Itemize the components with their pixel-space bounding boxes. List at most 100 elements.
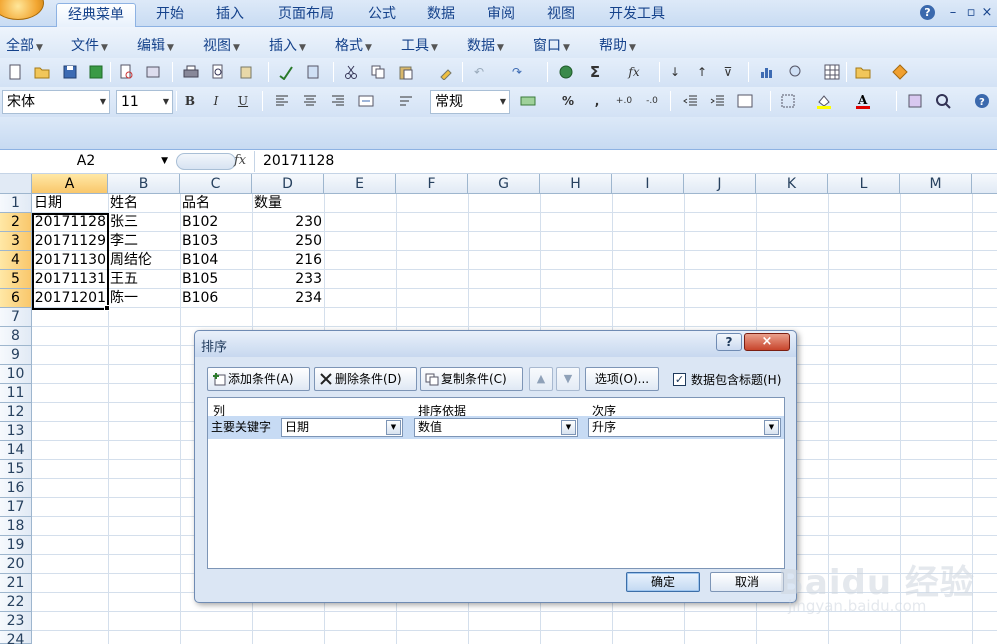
underline-button[interactable]: U bbox=[233, 91, 253, 111]
cell-b6[interactable]: 陈一 bbox=[108, 289, 180, 308]
row-header[interactable]: 22 bbox=[0, 593, 32, 612]
decrease-indent-icon[interactable] bbox=[681, 91, 701, 111]
merge-center-icon[interactable] bbox=[356, 91, 376, 111]
diamond-dropdown-icon[interactable] bbox=[890, 62, 910, 82]
redo-icon[interactable]: ↷ bbox=[507, 62, 527, 82]
column-header-d[interactable]: D bbox=[252, 174, 324, 194]
spelling-icon[interactable] bbox=[276, 62, 296, 82]
insert-function-icon[interactable]: fx bbox=[234, 153, 246, 168]
column-header-j[interactable]: J bbox=[684, 174, 756, 194]
move-down-button[interactable]: ▼ bbox=[556, 367, 580, 391]
minimize-icon[interactable]: – bbox=[944, 4, 962, 22]
sort-level-row[interactable]: 主要关键字 日期 ▼ 数值 ▼ 升序 ▼ bbox=[208, 416, 784, 439]
cell-d1[interactable]: 数量 bbox=[252, 194, 324, 213]
borders-icon[interactable] bbox=[778, 91, 798, 111]
close-icon[interactable]: × bbox=[978, 4, 996, 22]
number-format-select[interactable]: 常规 ▼ bbox=[430, 90, 510, 114]
format-painter-icon[interactable] bbox=[436, 62, 456, 82]
copy-icon[interactable] bbox=[368, 62, 388, 82]
wrap-text-icon[interactable] bbox=[396, 91, 416, 111]
row-header[interactable]: 15 bbox=[0, 460, 32, 479]
cell-style-icon[interactable] bbox=[735, 91, 755, 111]
preview-icon[interactable] bbox=[208, 62, 228, 82]
row-header[interactable]: 21 bbox=[0, 574, 32, 593]
row-header[interactable]: 11 bbox=[0, 384, 32, 403]
column-header-m[interactable]: M bbox=[900, 174, 972, 194]
folder-dropdown-icon[interactable] bbox=[853, 62, 873, 82]
tab-home[interactable]: 开始 bbox=[146, 3, 194, 27]
cell-d6[interactable]: 234 bbox=[252, 289, 324, 308]
column-header-i[interactable]: I bbox=[612, 174, 684, 194]
column-header-c[interactable]: C bbox=[180, 174, 252, 194]
add-level-button[interactable]: 添加条件(A) bbox=[207, 367, 310, 391]
chart-icon[interactable] bbox=[757, 62, 777, 82]
grid-icon[interactable] bbox=[822, 62, 842, 82]
row-header[interactable]: 14 bbox=[0, 441, 32, 460]
tab-developer[interactable]: 开发工具 bbox=[597, 3, 677, 27]
currency-icon[interactable] bbox=[518, 91, 538, 111]
cut-icon[interactable] bbox=[341, 62, 361, 82]
zoom-icon[interactable] bbox=[933, 91, 953, 111]
has-headers-label[interactable]: 数据包含标题(H) bbox=[691, 371, 781, 388]
row-header[interactable]: 24 bbox=[0, 631, 32, 644]
menu-all[interactable]: 全部 ▼ bbox=[6, 35, 43, 55]
name-box[interactable]: A2 ▼ bbox=[0, 151, 172, 172]
align-left-icon[interactable] bbox=[272, 91, 292, 111]
ok-button[interactable]: 确定 bbox=[626, 572, 700, 592]
row-header[interactable]: 20 bbox=[0, 555, 32, 574]
font-color-icon[interactable]: A bbox=[853, 91, 873, 111]
tab-classic-menu[interactable]: 经典菜单 bbox=[56, 3, 136, 27]
row-header[interactable]: 6 bbox=[0, 289, 32, 308]
sort-column-select[interactable]: 日期 ▼ bbox=[281, 418, 403, 437]
select-all-corner[interactable] bbox=[0, 174, 32, 194]
row-header[interactable]: 4 bbox=[0, 251, 32, 270]
dialog-titlebar[interactable]: 排序 ? × bbox=[195, 331, 796, 357]
delete-level-button[interactable]: 删除条件(D) bbox=[314, 367, 417, 391]
decrease-decimal-button[interactable]: -.0 bbox=[642, 91, 662, 111]
menu-insert[interactable]: 插入 ▼ bbox=[269, 35, 306, 55]
row-header[interactable]: 10 bbox=[0, 365, 32, 384]
row-header[interactable]: 3 bbox=[0, 232, 32, 251]
tab-review[interactable]: 审阅 bbox=[477, 3, 525, 27]
hyperlink-icon[interactable] bbox=[556, 62, 576, 82]
cell-b2[interactable]: 张三 bbox=[108, 213, 180, 232]
row-header[interactable]: 2 bbox=[0, 213, 32, 232]
tab-view[interactable]: 视图 bbox=[537, 3, 585, 27]
cell-d3[interactable]: 250 bbox=[252, 232, 324, 251]
tab-data[interactable]: 数据 bbox=[417, 3, 465, 27]
cell-c5[interactable]: B105 bbox=[180, 270, 252, 289]
tab-insert[interactable]: 插入 bbox=[206, 3, 254, 27]
row-header[interactable]: 8 bbox=[0, 327, 32, 346]
open-folder-icon[interactable] bbox=[32, 62, 52, 82]
row-header[interactable]: 16 bbox=[0, 479, 32, 498]
clipboard-dropdown-icon[interactable] bbox=[236, 62, 256, 82]
has-headers-checkbox[interactable]: ✓ bbox=[673, 373, 686, 386]
print-preview-icon[interactable] bbox=[116, 62, 136, 82]
column-header-e[interactable]: E bbox=[324, 174, 396, 194]
menu-view[interactable]: 视图 ▼ bbox=[203, 35, 240, 55]
row-header[interactable]: 12 bbox=[0, 403, 32, 422]
permission-icon[interactable] bbox=[143, 62, 163, 82]
cell-c1[interactable]: 品名 bbox=[180, 194, 252, 213]
help-icon[interactable]: ? bbox=[920, 5, 935, 20]
cell-b4[interactable]: 周结伦 bbox=[108, 251, 180, 270]
save-icon[interactable] bbox=[60, 62, 80, 82]
new-file-icon[interactable] bbox=[5, 62, 25, 82]
column-header-b[interactable]: B bbox=[108, 174, 180, 194]
cell-d5[interactable]: 233 bbox=[252, 270, 324, 289]
column-header-a[interactable]: A bbox=[32, 174, 108, 194]
autosum-icon[interactable]: Σ bbox=[585, 62, 605, 82]
row-header[interactable]: 5 bbox=[0, 270, 32, 289]
row-header[interactable]: 18 bbox=[0, 517, 32, 536]
row-header[interactable]: 17 bbox=[0, 498, 32, 517]
sort-ascending-icon[interactable]: ↓ bbox=[665, 62, 685, 82]
bold-button[interactable]: B bbox=[180, 91, 200, 111]
font-name-select[interactable]: 宋体 ▼ bbox=[2, 90, 110, 114]
menu-data[interactable]: 数据 ▼ bbox=[467, 35, 504, 55]
italic-button[interactable]: I bbox=[206, 91, 226, 111]
filter-icon[interactable]: ⊽ bbox=[718, 62, 738, 82]
align-right-icon[interactable] bbox=[328, 91, 348, 111]
sort-on-select[interactable]: 数值 ▼ bbox=[414, 418, 578, 437]
menu-help[interactable]: 帮助 ▼ bbox=[599, 35, 636, 55]
column-header-l[interactable]: L bbox=[828, 174, 900, 194]
